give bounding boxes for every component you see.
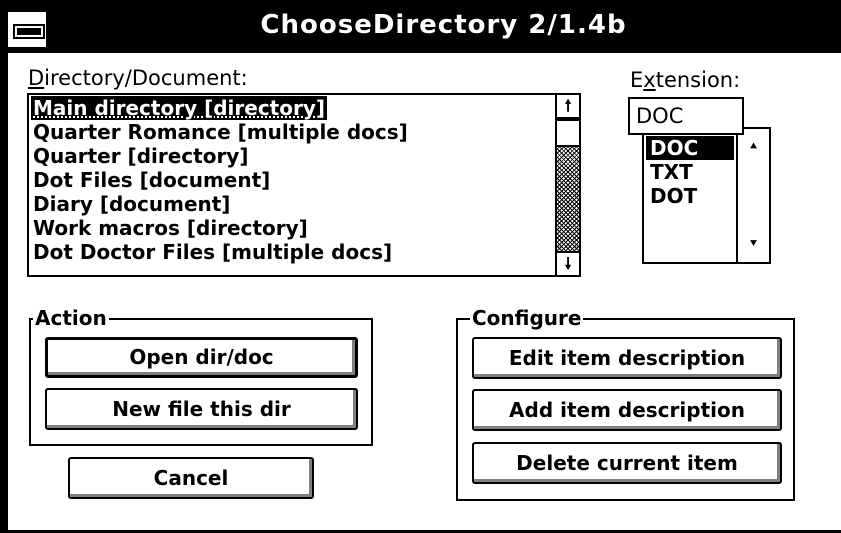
list-item[interactable]: Diary [document] bbox=[31, 192, 232, 216]
cancel-button[interactable]: Cancel bbox=[68, 457, 314, 499]
arrow-down-icon[interactable]: ⯆ bbox=[738, 234, 769, 254]
extension-dropdown-list[interactable]: DOC TXT DOT ⯅ ⯆ bbox=[642, 127, 771, 264]
list-item[interactable]: Quarter [directory] bbox=[31, 144, 251, 168]
open-dir-doc-button[interactable]: Open dir/doc bbox=[45, 337, 358, 378]
list-item[interactable]: Main directory [directory] bbox=[31, 96, 328, 120]
arrow-up-icon[interactable]: 🠕 bbox=[557, 95, 579, 119]
delete-current-item-button[interactable]: Delete current item bbox=[472, 442, 782, 484]
extension-option[interactable]: DOT bbox=[646, 184, 734, 208]
arrow-up-icon[interactable]: ⯅ bbox=[738, 137, 769, 157]
choose-directory-window: ChooseDirectory 2/1.4b Directory/Documen… bbox=[0, 0, 841, 533]
window-title: ChooseDirectory 2/1.4b bbox=[260, 10, 627, 40]
extension-input[interactable]: DOC bbox=[628, 97, 744, 135]
system-menu-icon[interactable] bbox=[8, 12, 46, 47]
extension-option[interactable]: DOC bbox=[646, 136, 734, 160]
arrow-down-icon[interactable]: 🠗 bbox=[557, 251, 579, 275]
list-item[interactable]: Dot Files [document] bbox=[31, 168, 272, 192]
extension-label: Extension: bbox=[630, 68, 741, 92]
title-bar[interactable]: ChooseDirectory 2/1.4b bbox=[0, 0, 841, 53]
new-file-button[interactable]: New file this dir bbox=[45, 388, 358, 430]
directory-listbox[interactable]: Main directory [directory] Quarter Roman… bbox=[27, 93, 581, 277]
scroll-thumb[interactable] bbox=[557, 119, 579, 147]
list-item[interactable]: Quarter Romance [multiple docs] bbox=[31, 120, 410, 144]
add-item-description-button[interactable]: Add item description bbox=[472, 389, 782, 431]
directory-label: Directory/Document: bbox=[28, 66, 248, 90]
list-item[interactable]: Work macros [directory] bbox=[31, 216, 310, 240]
window-left-border bbox=[0, 0, 8, 533]
extension-option[interactable]: TXT bbox=[646, 160, 734, 184]
directory-scrollbar[interactable]: 🠕 🠗 bbox=[555, 95, 579, 275]
edit-item-description-button[interactable]: Edit item description bbox=[472, 337, 782, 379]
scroll-track[interactable] bbox=[557, 147, 579, 251]
list-item[interactable]: Dot Doctor Files [multiple docs] bbox=[31, 240, 394, 264]
extension-scrollbar[interactable]: ⯅ ⯆ bbox=[736, 129, 769, 262]
configure-group-title: Configure bbox=[470, 306, 584, 330]
action-group-title: Action bbox=[33, 306, 109, 330]
